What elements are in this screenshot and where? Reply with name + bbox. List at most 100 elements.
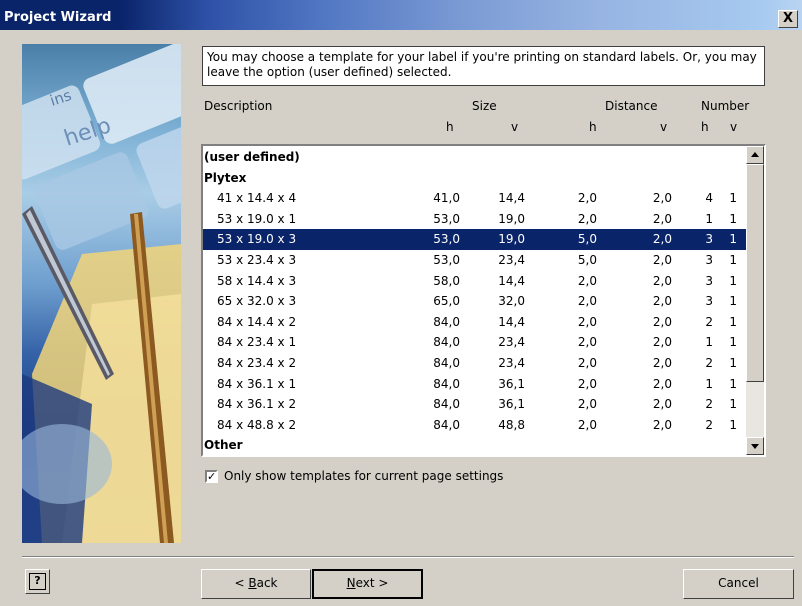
template-number-h: 4 — [705, 191, 713, 206]
template-distance-v: 2,0 — [652, 335, 672, 350]
info-text: You may choose a template for your label… — [207, 50, 757, 79]
header-distance-h: h — [589, 120, 597, 134]
header-number-v: v — [730, 120, 738, 134]
template-size-v: 19,0 — [498, 232, 525, 247]
template-number-v: 1 — [729, 397, 737, 412]
template-size-h: 65,0 — [433, 294, 460, 309]
template-size-h: 84,0 — [433, 376, 460, 391]
template-size-h: 84,0 — [433, 356, 460, 370]
template-number-h: 3 — [705, 253, 713, 267]
template-distance-v: 2,0 — [652, 314, 672, 329]
template-number-v: 1 — [729, 191, 737, 206]
template-size-v: 36,1 — [498, 376, 525, 391]
keyboard-pen-illustration: ins help — [22, 44, 181, 543]
template-description: 84 x 23.4 x 2 — [217, 356, 297, 370]
template-description: 58 x 14.4 x 3 — [217, 273, 297, 288]
header-description: Description — [204, 99, 273, 113]
template-group-row[interactable]: Other — [203, 435, 746, 455]
header-number: Number — [701, 99, 750, 113]
template-size-v: 48,8 — [498, 417, 525, 432]
template-row[interactable]: 41 x 14.4 x 4 41,0 14,4 2,0 2,0 4 1 — [203, 188, 746, 209]
template-number-v: 1 — [729, 376, 737, 391]
header-number-h: h — [701, 120, 709, 134]
template-number-v: 1 — [729, 335, 737, 350]
template-description: 65 x 32.0 x 3 — [217, 294, 297, 309]
close-button[interactable]: X — [778, 10, 798, 28]
help-button[interactable]: ? — [25, 569, 50, 594]
template-distance-v: 2,0 — [652, 232, 672, 247]
header-distance: Distance — [605, 99, 658, 113]
template-row[interactable]: 84 x 36.1 x 1 84,0 36,1 2,0 2,0 1 1 — [203, 374, 746, 395]
template-size-v: 23,4 — [498, 253, 525, 267]
template-distance-h: 2,0 — [577, 211, 597, 226]
template-distance-v: 2,0 — [652, 211, 672, 226]
title-bar: Project Wizard X — [0, 0, 802, 30]
template-distance-h: 2,0 — [577, 273, 597, 288]
template-distance-v: 2,0 — [652, 417, 672, 432]
back-button[interactable]: < Back — [201, 569, 311, 599]
template-number-h: 3 — [705, 232, 713, 247]
template-number-v: 1 — [729, 273, 737, 288]
template-number-v: 1 — [729, 417, 737, 432]
scroll-thumb[interactable] — [746, 164, 764, 382]
next-button[interactable]: Next > — [312, 569, 423, 599]
list-scrollbar[interactable] — [746, 146, 764, 455]
template-group-row[interactable]: Plytex — [203, 168, 746, 189]
template-number-h: 1 — [705, 211, 713, 226]
template-number-h: 2 — [705, 314, 713, 329]
template-row[interactable]: 84 x 48.8 x 2 84,0 48,8 2,0 2,0 2 1 — [203, 415, 746, 436]
template-distance-h: 2,0 — [577, 294, 597, 309]
template-group-row[interactable]: (user defined) — [203, 147, 746, 168]
template-distance-v: 2,0 — [652, 273, 672, 288]
template-distance-h: 2,0 — [577, 314, 597, 329]
scroll-up-button[interactable] — [746, 146, 764, 164]
info-text-box: You may choose a template for your label… — [202, 46, 765, 86]
template-size-v: 32,0 — [498, 294, 525, 309]
button-separator — [22, 556, 794, 558]
only-current-page-checkbox[interactable]: ✓ — [205, 470, 218, 483]
template-number-h: 1 — [705, 376, 713, 391]
template-row[interactable]: 84 x 23.4 x 1 84,0 23,4 2,0 2,0 1 1 — [203, 332, 746, 353]
template-number-h: 2 — [705, 417, 713, 432]
scroll-down-button[interactable] — [746, 437, 764, 455]
close-icon: X — [782, 11, 794, 26]
cancel-button[interactable]: Cancel — [683, 569, 794, 599]
header-distance-v: v — [660, 120, 668, 134]
template-row[interactable]: 53 x 23.4 x 3 53,0 23,4 5,0 2,0 3 1 — [203, 250, 746, 271]
template-distance-h: 2,0 — [577, 397, 597, 412]
template-row[interactable]: 53 x 19.0 x 1 53,0 19,0 2,0 2,0 1 1 — [203, 209, 746, 230]
arrow-up-icon — [751, 152, 759, 157]
template-number-h: 2 — [705, 397, 713, 412]
template-number-h: 2 — [705, 356, 713, 370]
template-size-v: 19,0 — [498, 211, 525, 226]
template-distance-h: 2,0 — [577, 356, 597, 370]
template-number-h: 1 — [705, 335, 713, 350]
template-group-label: (user defined) — [204, 150, 300, 164]
template-description: 84 x 14.4 x 2 — [217, 314, 297, 329]
template-size-v: 23,4 — [498, 335, 525, 350]
template-row[interactable]: 84 x 23.4 x 2 84,0 23,4 2,0 2,0 2 1 — [203, 353, 746, 374]
template-row[interactable]: 58 x 14.4 x 3 58,0 14,4 2,0 2,0 3 1 — [203, 271, 746, 292]
checkbox-label[interactable]: Only show templates for current page set… — [224, 469, 503, 483]
template-number-v: 1 — [729, 294, 737, 309]
template-size-h: 41,0 — [433, 191, 460, 206]
template-number-v: 1 — [729, 253, 737, 267]
template-size-h: 58,0 — [433, 273, 460, 288]
check-icon: ✓ — [207, 470, 217, 483]
template-size-h: 53,0 — [433, 232, 460, 247]
next-button-mnemonic: N — [346, 576, 356, 590]
template-list[interactable]: (user defined) Plytex 41 x 14.4 x 4 41,0 14,… — [201, 144, 766, 457]
template-row[interactable]: 53 x 19.0 x 3 53,0 19,0 5,0 2,0 3 1 — [203, 229, 746, 251]
back-button-prefix: < — [234, 576, 249, 590]
template-row[interactable]: 84 x 36.1 x 2 84,0 36,1 2,0 2,0 2 1 — [203, 394, 746, 415]
header-size-h: h — [446, 120, 454, 134]
back-button-label: ack — [256, 576, 278, 590]
template-size-v: 14,4 — [498, 191, 525, 206]
cancel-button-label: Cancel — [718, 576, 759, 590]
header-size-v: v — [511, 120, 519, 134]
template-row[interactable]: 65 x 32.0 x 3 65,0 32,0 2,0 2,0 3 1 — [203, 291, 746, 312]
template-description: 41 x 14.4 x 4 — [217, 191, 297, 206]
template-distance-v: 2,0 — [652, 356, 672, 370]
template-row[interactable]: 84 x 14.4 x 2 84,0 14,4 2,0 2,0 2 1 — [203, 312, 746, 333]
template-size-h: 84,0 — [433, 397, 460, 412]
